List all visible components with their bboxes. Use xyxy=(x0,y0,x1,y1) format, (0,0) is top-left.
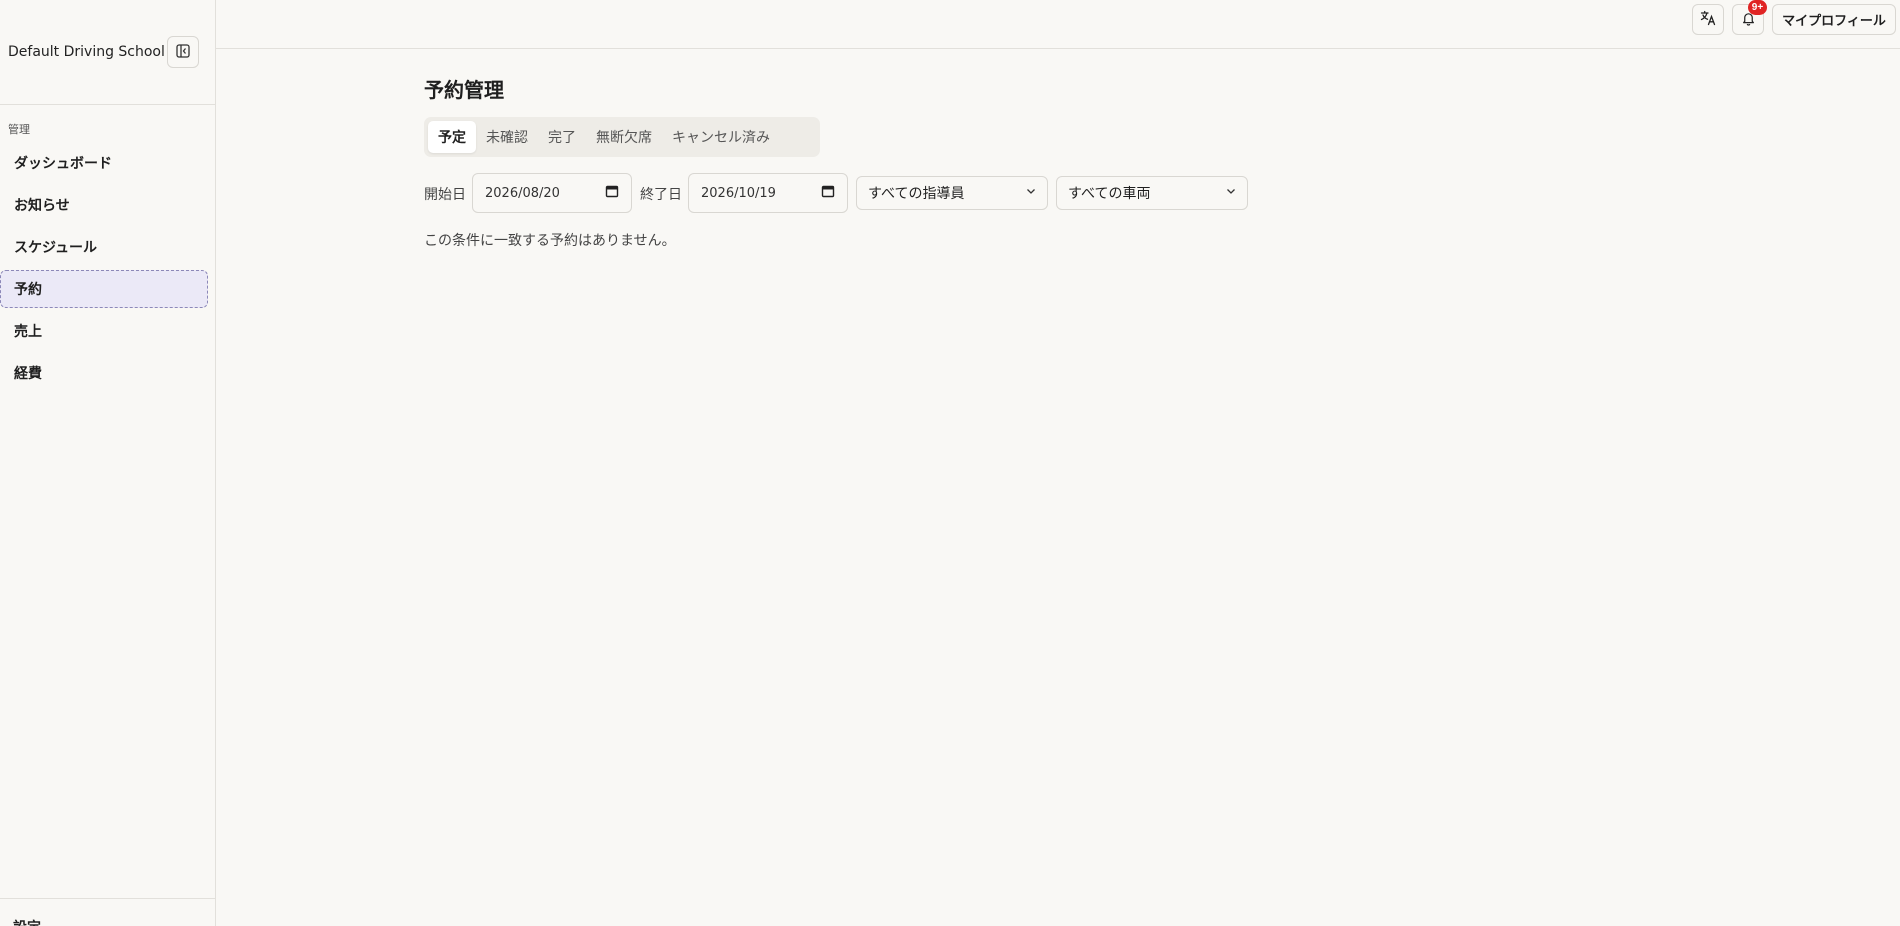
end-date-label: 終了日 xyxy=(640,187,682,203)
calendar-icon[interactable] xyxy=(821,184,835,202)
vehicle-select[interactable]: すべての車両 xyxy=(1056,176,1248,210)
sidebar-item-announcements[interactable]: お知らせ xyxy=(0,186,208,224)
start-date-value: 2026/08/20 xyxy=(485,185,560,201)
end-date-value: 2026/10/19 xyxy=(701,185,776,201)
sidebar-item-label: ダッシュボード xyxy=(14,156,112,172)
sidebar-item-settings[interactable]: 設定 xyxy=(13,917,41,926)
tab-unconfirmed[interactable]: 未確認 xyxy=(476,121,538,153)
sidebar-item-label: 予約 xyxy=(14,282,42,298)
sidebar-item-schedule[interactable]: スケジュール xyxy=(0,228,208,266)
instructor-select-value: すべての指導員 xyxy=(868,186,965,202)
sidebar-item-label: 売上 xyxy=(14,324,42,340)
sidebar-item-label: 経費 xyxy=(14,366,42,382)
topbar: 9+ マイプロフィール xyxy=(216,0,1900,49)
start-date-input[interactable]: 2026/08/20 xyxy=(472,173,632,213)
tab-no-show[interactable]: 無断欠席 xyxy=(586,121,662,153)
sidebar-item-reservations[interactable]: 予約 xyxy=(0,270,208,308)
sidebar-item-dashboard[interactable]: ダッシュボード xyxy=(0,144,208,182)
sidebar-collapse-icon xyxy=(176,43,190,61)
page-title: 予約管理 xyxy=(424,78,504,102)
tab-scheduled[interactable]: 予定 xyxy=(428,121,476,153)
instructor-select[interactable]: すべての指導員 xyxy=(856,176,1048,210)
section-label: 管理 xyxy=(8,123,30,136)
tab-cancelled[interactable]: キャンセル済み xyxy=(662,121,780,153)
school-name: Default Driving School xyxy=(8,44,165,60)
chevron-down-icon xyxy=(1025,185,1037,201)
tab-completed[interactable]: 完了 xyxy=(538,121,586,153)
sidebar-footer: 設定 xyxy=(0,898,216,926)
status-tabs: 予定 未確認 完了 無断欠席 キャンセル済み xyxy=(424,117,820,157)
translate-icon xyxy=(1700,10,1716,29)
sidebar-item-label: スケジュール xyxy=(14,240,98,256)
sidebar-nav: ダッシュボード お知らせ スケジュール 予約 売上 経費 xyxy=(0,144,208,396)
start-date-label: 開始日 xyxy=(424,187,466,203)
sidebar-collapse-button[interactable] xyxy=(167,36,199,68)
chevron-down-icon xyxy=(1225,185,1237,201)
sidebar-item-expenses[interactable]: 経費 xyxy=(0,354,208,392)
my-profile-button[interactable]: マイプロフィール xyxy=(1772,4,1896,35)
calendar-icon[interactable] xyxy=(605,184,619,202)
end-date-input[interactable]: 2026/10/19 xyxy=(688,173,848,213)
sidebar: Default Driving School 管理 ダッシュボード お知らせ ス… xyxy=(0,0,216,926)
notifications-button[interactable]: 9+ xyxy=(1732,0,1767,35)
notification-badge: 9+ xyxy=(1748,0,1767,15)
sidebar-item-sales[interactable]: 売上 xyxy=(0,312,208,350)
empty-state-message: この条件に一致する予約はありません。 xyxy=(424,233,676,249)
translate-button[interactable] xyxy=(1692,4,1724,35)
sidebar-header: Default Driving School xyxy=(0,0,215,105)
vehicle-select-value: すべての車両 xyxy=(1068,186,1151,202)
sidebar-item-label: お知らせ xyxy=(14,198,70,214)
